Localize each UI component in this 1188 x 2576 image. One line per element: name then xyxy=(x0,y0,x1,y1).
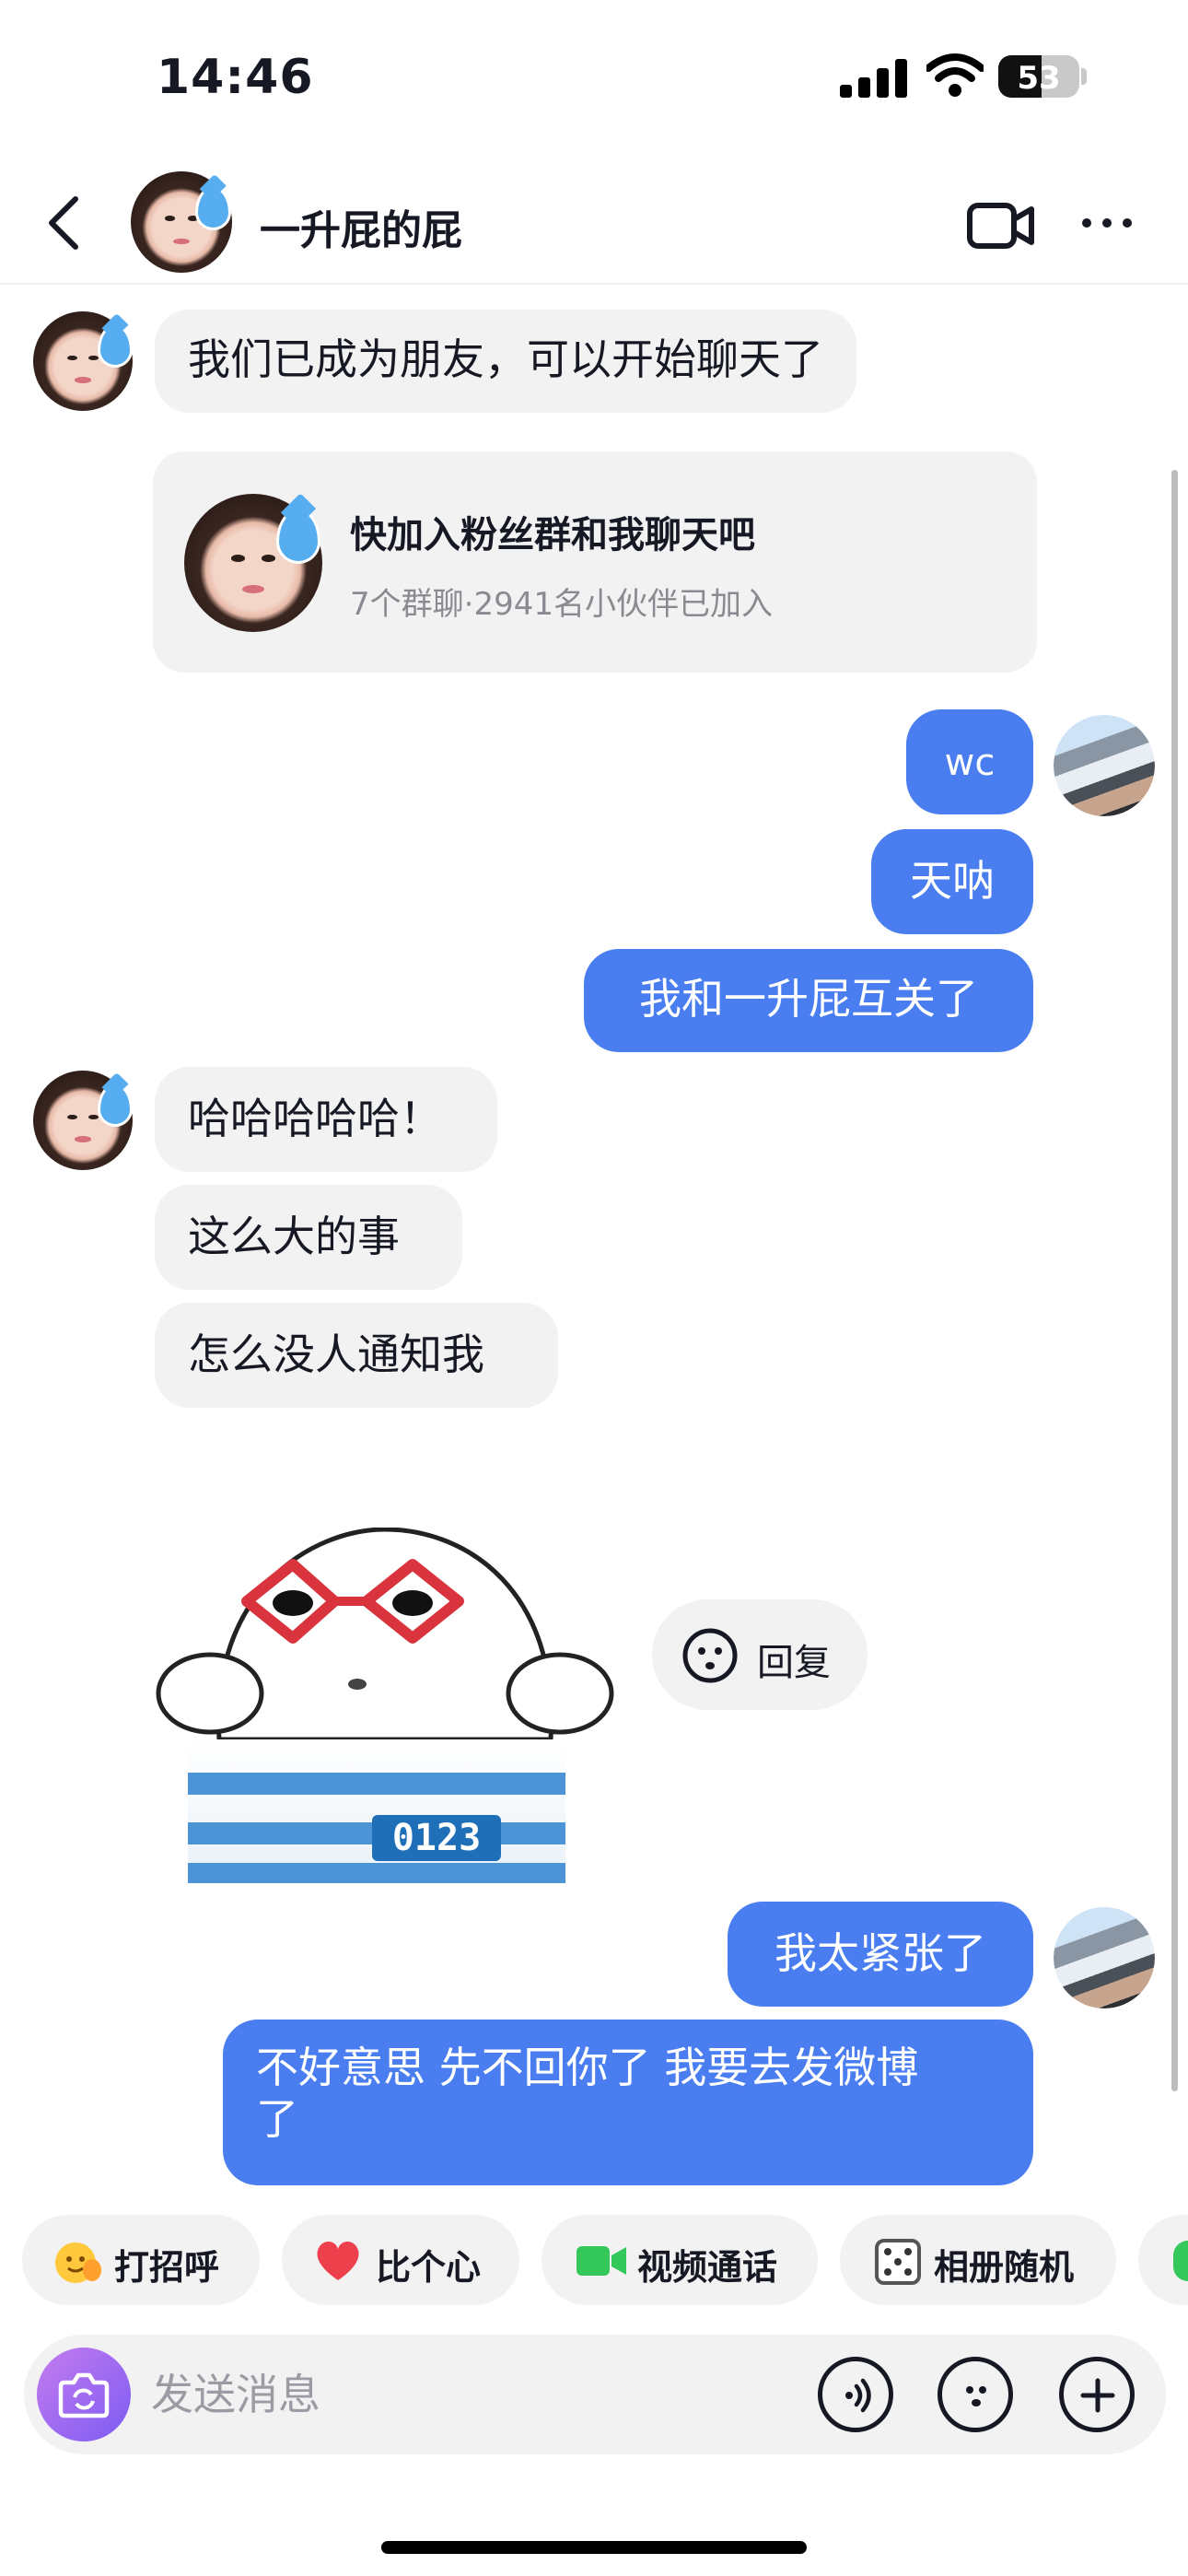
status-time: 14:46 xyxy=(157,50,314,105)
voice-wave-icon xyxy=(845,2378,871,2413)
message-bubble[interactable]: 我和一升屁互关了 xyxy=(584,949,1033,1052)
quick-reply-label: 比个心 xyxy=(376,2247,482,2288)
message-bubble[interactable]: wc xyxy=(906,709,1033,814)
emoji-face-icon xyxy=(966,2386,986,2406)
sweat-drop-icon xyxy=(98,324,134,369)
smiley-face-icon xyxy=(682,1628,738,1683)
wifi-icon xyxy=(926,53,984,97)
heart-icon xyxy=(317,2241,359,2280)
message-bubble[interactable]: 哈哈哈哈哈！ xyxy=(155,1067,497,1172)
contact-avatar-small[interactable] xyxy=(33,311,134,411)
contact-name[interactable]: 一升屁的屁 xyxy=(260,197,462,256)
battery-icon: 53 xyxy=(998,55,1079,98)
quick-reply-label: 相册随机 xyxy=(934,2247,1075,2288)
camera-icon xyxy=(58,2372,110,2418)
group-avatar xyxy=(184,494,322,632)
ghost-sticker-image[interactable]: 0123 xyxy=(155,1528,615,1885)
video-call-icon[interactable] xyxy=(967,201,1035,251)
sweat-drop-icon xyxy=(195,186,231,230)
my-avatar[interactable] xyxy=(1054,715,1155,816)
message-bubble[interactable]: 天呐 xyxy=(871,829,1033,934)
reply-button-label[interactable]: 回复 xyxy=(757,1633,831,1686)
header-divider xyxy=(0,283,1188,285)
group-card-title: 快加入粉丝群和我聊天吧 xyxy=(350,514,755,556)
chat-scrollbar[interactable] xyxy=(1171,470,1178,2091)
message-line: 不好意思 先不回你了 我要去发微博 xyxy=(256,2043,919,2092)
wave-emoji-icon xyxy=(55,2242,101,2283)
my-avatar[interactable] xyxy=(1054,1907,1155,2008)
message-bubble[interactable]: 我们已成为朋友，可以开始聊天了 xyxy=(155,310,856,413)
quick-reply-label: 视频通话 xyxy=(637,2247,778,2288)
home-indicator[interactable] xyxy=(381,2541,807,2554)
plus-icon xyxy=(1080,2378,1115,2413)
group-card-subtitle: 7个群聊·2941名小伙伴已加入 xyxy=(350,586,773,623)
message-bubble[interactable]: 怎么没人通知我 xyxy=(155,1303,558,1408)
video-call-icon xyxy=(577,2246,626,2276)
message-input[interactable] xyxy=(149,2364,779,2425)
message-bubble[interactable]: 这么大的事 xyxy=(155,1185,462,1290)
message-bubble-multiline[interactable]: 不好意思 先不回你了 我要去发微博 了 xyxy=(223,2020,1033,2185)
partial-chip-icon xyxy=(1173,2241,1188,2281)
back-arrow-icon[interactable] xyxy=(42,193,85,252)
battery-level: 53 xyxy=(1017,60,1061,97)
battery-tip xyxy=(1081,68,1087,85)
sweat-drop-icon xyxy=(98,1083,134,1128)
more-options-icon[interactable] xyxy=(1079,214,1135,232)
quick-reply-label: 打招呼 xyxy=(114,2247,220,2288)
message-bubble[interactable]: 我太紧张了 xyxy=(728,1902,1033,2007)
message-line: 了 xyxy=(256,2094,298,2144)
sticker-caption: 0123 xyxy=(392,1817,481,1859)
contact-avatar[interactable] xyxy=(131,171,232,273)
dice-icon xyxy=(875,2239,921,2285)
cellular-signal-icon xyxy=(840,57,908,98)
contact-avatar-small[interactable] xyxy=(33,1071,134,1170)
